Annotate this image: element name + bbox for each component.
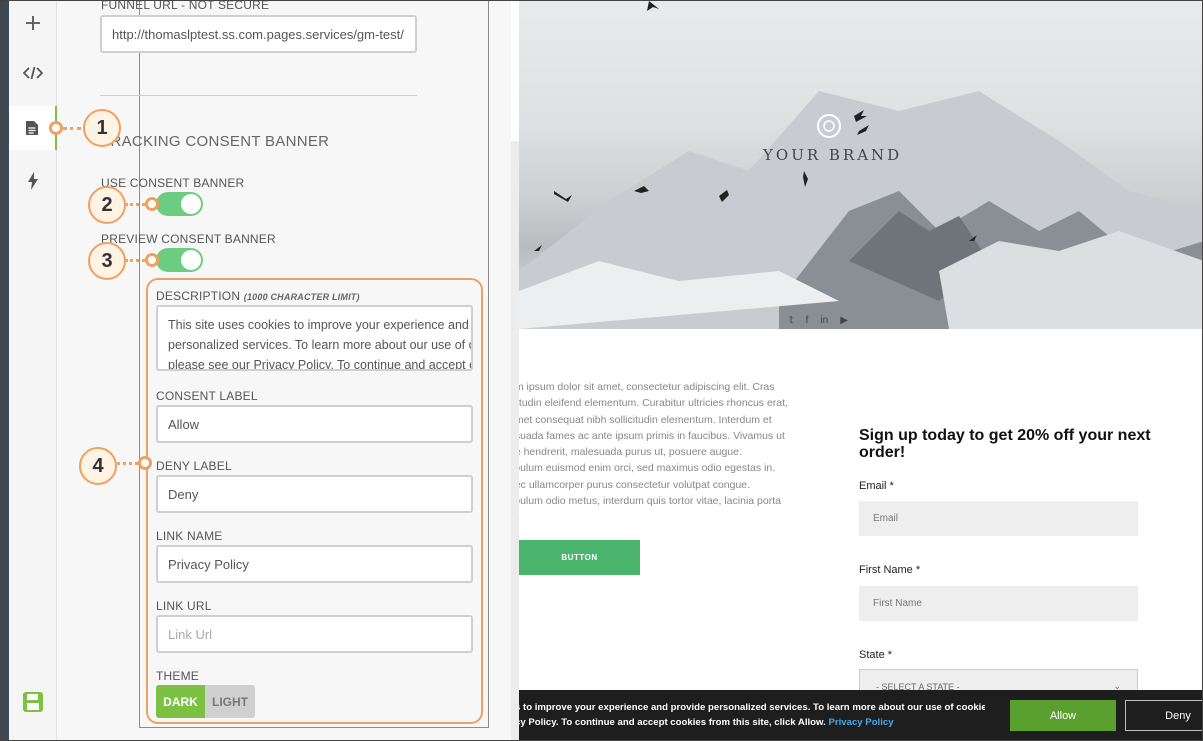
body-line: nec ullamcorper purus consectetur volutp… — [519, 478, 751, 491]
consent-banner-line-text: cy Policy. To continue and accept cookie… — [519, 717, 826, 728]
callout-4: 4 — [79, 447, 117, 485]
twitter-icon[interactable]: 𝕥 — [789, 315, 794, 326]
section-title: TRACKING CONSENT BANNER — [101, 133, 330, 150]
code-icon[interactable] — [9, 51, 57, 95]
cta-button[interactable]: BUTTON — [519, 540, 640, 575]
lightning-icon[interactable] — [9, 159, 57, 203]
privacy-policy-link[interactable]: Privacy Policy — [828, 717, 893, 728]
callout-1: 1 — [83, 109, 121, 147]
use-consent-toggle[interactable] — [156, 192, 203, 216]
form-title: Sign up today to get 20% off your next o… — [859, 427, 1151, 461]
callout-ring-4 — [138, 456, 152, 470]
add-icon[interactable] — [9, 1, 57, 45]
icon-rail — [9, 1, 57, 740]
app-frame: FUNNEL URL - NOT SECURE http://thomaslpt… — [0, 0, 1203, 741]
allow-button[interactable]: Allow — [1010, 700, 1116, 731]
brand-logo-text: YOUR BRAND — [763, 146, 903, 164]
body-line: esuada fames ac ante ipsum primis in fau… — [519, 429, 785, 442]
page-preview: YOUR BRAND 𝕥 f in ▶ em ipsum dolor sit a… — [519, 1, 1202, 740]
body-line: ue hendrerit, malesuada purus ut, posuer… — [519, 446, 742, 459]
youtube-icon[interactable]: ▶ — [840, 315, 848, 326]
consent-banner-line2: cy Policy. To continue and accept cookie… — [519, 715, 985, 730]
social-links: 𝕥 f in ▶ — [789, 315, 848, 326]
body-line: la. — [519, 509, 819, 525]
callout-ring-3 — [145, 253, 159, 267]
first-name-field[interactable]: First Name — [859, 586, 1138, 621]
consent-banner-text: s to improve your experience and provide… — [519, 700, 985, 730]
hero-image: YOUR BRAND 𝕥 f in ▶ — [519, 1, 1202, 329]
preview-consent-label: PREVIEW CONSENT BANNER — [101, 232, 276, 246]
callout-3: 3 — [88, 242, 126, 280]
body-line: em ipsum dolor sit amet, consectetur adi… — [519, 381, 775, 393]
callout-line-2 — [125, 203, 145, 206]
email-field[interactable]: Email — [859, 501, 1138, 536]
state-label: State * — [859, 649, 893, 661]
save-icon[interactable] — [9, 680, 57, 724]
linkedin-icon[interactable]: in — [820, 315, 828, 326]
callout-highlight-box — [146, 278, 483, 724]
callout-2: 2 — [88, 186, 126, 224]
panel-scroll-thumb[interactable] — [511, 1, 519, 141]
callout-ring-2 — [145, 197, 159, 211]
funnel-url-field[interactable]: http://thomaslptest.ss.com.pages.service… — [100, 15, 417, 53]
window-edge — [1, 1, 9, 740]
body-line: tibulum odio metus, interdum quis tortor… — [519, 495, 781, 508]
callout-line-3 — [125, 259, 145, 262]
body-line: icitudin eleifend elementum. Curabitur u… — [519, 397, 788, 410]
body-text: em ipsum dolor sit amet, consectetur adi… — [519, 379, 819, 526]
divider — [100, 95, 417, 96]
use-consent-label: USE CONSENT BANNER — [101, 176, 245, 190]
mountain-illustration — [519, 1, 1202, 329]
callout-line-4 — [117, 462, 138, 465]
preview-consent-toggle[interactable] — [156, 248, 203, 272]
email-label: Email * — [859, 480, 894, 492]
funnel-url-label: FUNNEL URL - NOT SECURE — [101, 0, 270, 12]
facebook-icon[interactable]: f — [806, 315, 809, 326]
consent-banner-line: s to improve your experience and provide… — [519, 702, 985, 713]
callout-ring-1 — [49, 121, 63, 135]
callout-line-1 — [63, 127, 81, 130]
first-name-label: First Name * — [859, 564, 921, 576]
body-line: amet consequat nibh sollicitudin element… — [519, 413, 772, 426]
body-line: tibulum euismod enim orci, sed maximus o… — [519, 462, 776, 475]
consent-banner: s to improve your experience and provide… — [519, 690, 1202, 740]
deny-button[interactable]: Deny — [1125, 700, 1202, 731]
